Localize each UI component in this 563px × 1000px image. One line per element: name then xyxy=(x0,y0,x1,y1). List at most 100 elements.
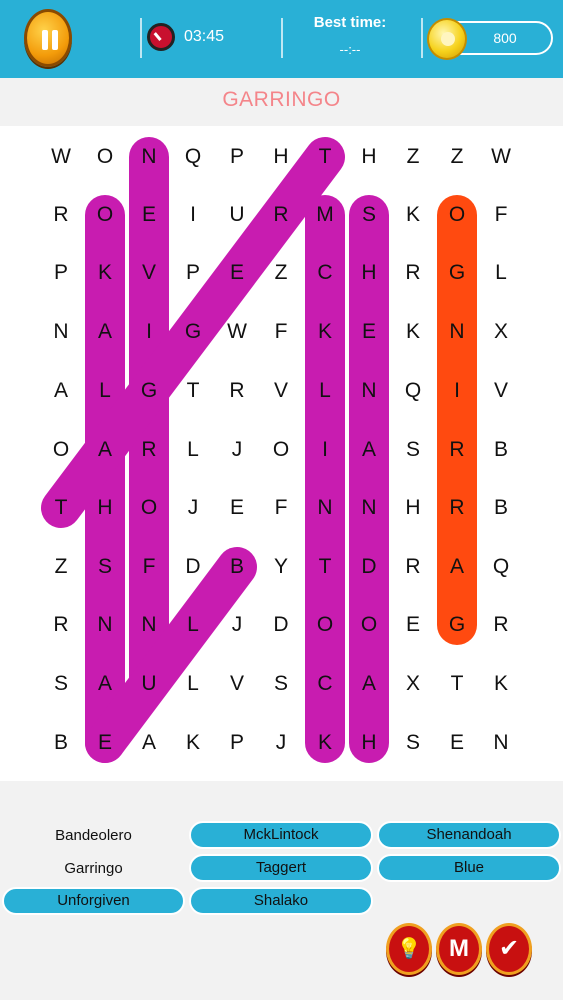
grid-cell[interactable]: P xyxy=(217,142,257,172)
hint-button[interactable]: 💡 xyxy=(386,923,432,975)
grid-cell[interactable]: A xyxy=(349,669,389,699)
grid-cell[interactable]: P xyxy=(173,258,213,288)
grid-cell[interactable]: B xyxy=(41,728,81,758)
grid-cell[interactable]: J xyxy=(217,610,257,640)
grid-cell[interactable]: N xyxy=(85,610,125,640)
grid-cell[interactable]: A xyxy=(129,728,169,758)
grid-cell[interactable]: I xyxy=(305,435,345,465)
grid-cell[interactable]: R xyxy=(393,258,433,288)
grid-cell[interactable]: O xyxy=(129,493,169,523)
grid-cell[interactable]: P xyxy=(217,728,257,758)
grid-cell[interactable]: E xyxy=(217,493,257,523)
grid-cell[interactable]: R xyxy=(129,435,169,465)
grid-cell[interactable]: D xyxy=(173,552,213,582)
grid-cell[interactable]: L xyxy=(305,376,345,406)
grid-cell[interactable]: N xyxy=(349,493,389,523)
grid-cell[interactable]: U xyxy=(129,669,169,699)
grid-cell[interactable]: B xyxy=(481,493,521,523)
grid-cell[interactable]: T xyxy=(305,142,345,172)
grid-cell[interactable]: A xyxy=(85,435,125,465)
grid-cell[interactable]: A xyxy=(437,552,477,582)
grid-cell[interactable]: F xyxy=(261,493,301,523)
grid-cell[interactable]: S xyxy=(41,669,81,699)
grid-cell[interactable]: O xyxy=(85,142,125,172)
grid-cell[interactable]: R xyxy=(261,200,301,230)
grid-cell[interactable]: M xyxy=(305,200,345,230)
grid-cell[interactable]: Y xyxy=(261,552,301,582)
grid-cell[interactable]: L xyxy=(173,435,213,465)
grid-cell[interactable]: H xyxy=(85,493,125,523)
grid-cell[interactable]: Q xyxy=(173,142,213,172)
grid-cell[interactable]: X xyxy=(481,317,521,347)
grid-cell[interactable]: P xyxy=(41,258,81,288)
grid-cell[interactable]: E xyxy=(349,317,389,347)
grid-cell[interactable]: L xyxy=(481,258,521,288)
grid-cell[interactable]: K xyxy=(481,669,521,699)
grid-cell[interactable]: R xyxy=(41,200,81,230)
grid-cell[interactable]: K xyxy=(85,258,125,288)
grid-cell[interactable]: G xyxy=(437,258,477,288)
grid-cell[interactable]: O xyxy=(261,435,301,465)
grid-cell[interactable]: L xyxy=(173,610,213,640)
grid-cell[interactable]: O xyxy=(305,610,345,640)
grid-cell[interactable]: S xyxy=(393,435,433,465)
grid-cell[interactable]: F xyxy=(261,317,301,347)
grid-cell[interactable]: T xyxy=(41,493,81,523)
grid-cell[interactable]: N xyxy=(305,493,345,523)
grid-cell[interactable]: V xyxy=(129,258,169,288)
grid-cell[interactable]: F xyxy=(129,552,169,582)
grid-cell[interactable]: R xyxy=(437,493,477,523)
grid-cell[interactable]: H xyxy=(349,258,389,288)
grid-cell[interactable]: E xyxy=(393,610,433,640)
m-button[interactable]: M xyxy=(436,923,482,975)
grid-cell[interactable]: H xyxy=(349,142,389,172)
grid-cell[interactable]: D xyxy=(261,610,301,640)
grid-cell[interactable]: R xyxy=(437,435,477,465)
grid-cell[interactable]: N xyxy=(349,376,389,406)
grid-cell[interactable]: W xyxy=(41,142,81,172)
grid-cell[interactable]: Z xyxy=(437,142,477,172)
grid-cell[interactable]: X xyxy=(393,669,433,699)
grid-cell[interactable]: G xyxy=(173,317,213,347)
grid-cell[interactable]: W xyxy=(217,317,257,347)
grid-cell[interactable]: S xyxy=(85,552,125,582)
grid-cell[interactable]: E xyxy=(85,728,125,758)
grid-cell[interactable]: D xyxy=(349,552,389,582)
grid-cell[interactable]: T xyxy=(305,552,345,582)
grid-cell[interactable]: R xyxy=(217,376,257,406)
grid-cell[interactable]: N xyxy=(41,317,81,347)
grid-cell[interactable]: E xyxy=(129,200,169,230)
grid-cell[interactable]: K xyxy=(393,317,433,347)
grid-cell[interactable]: V xyxy=(261,376,301,406)
grid-cell[interactable]: Q xyxy=(393,376,433,406)
grid-cell[interactable]: I xyxy=(129,317,169,347)
grid-cell[interactable]: R xyxy=(393,552,433,582)
grid-cell[interactable]: O xyxy=(349,610,389,640)
grid-cell[interactable]: J xyxy=(173,493,213,523)
grid-cell[interactable]: K xyxy=(393,200,433,230)
grid-cell[interactable]: A xyxy=(41,376,81,406)
grid-cell[interactable]: J xyxy=(217,435,257,465)
grid-cell[interactable]: K xyxy=(173,728,213,758)
grid-cell[interactable]: N xyxy=(129,142,169,172)
grid-cell[interactable]: T xyxy=(437,669,477,699)
grid-cell[interactable]: R xyxy=(481,610,521,640)
grid-cell[interactable]: H xyxy=(393,493,433,523)
grid-cell[interactable]: E xyxy=(217,258,257,288)
grid-cell[interactable]: N xyxy=(481,728,521,758)
grid-cell[interactable]: N xyxy=(129,610,169,640)
grid-cell[interactable]: S xyxy=(349,200,389,230)
grid-cell[interactable]: B xyxy=(481,435,521,465)
grid-cell[interactable]: K xyxy=(305,728,345,758)
grid-cell[interactable]: Z xyxy=(261,258,301,288)
grid-cell[interactable]: I xyxy=(437,376,477,406)
grid-cell[interactable]: A xyxy=(349,435,389,465)
grid-cell[interactable]: Z xyxy=(393,142,433,172)
grid-cell[interactable]: C xyxy=(305,669,345,699)
grid-cell[interactable]: B xyxy=(217,552,257,582)
grid-cell[interactable]: L xyxy=(85,376,125,406)
grid-cell[interactable]: A xyxy=(85,317,125,347)
check-button[interactable]: ✔ xyxy=(486,923,532,975)
grid-cell[interactable]: G xyxy=(129,376,169,406)
grid-cell[interactable]: H xyxy=(261,142,301,172)
